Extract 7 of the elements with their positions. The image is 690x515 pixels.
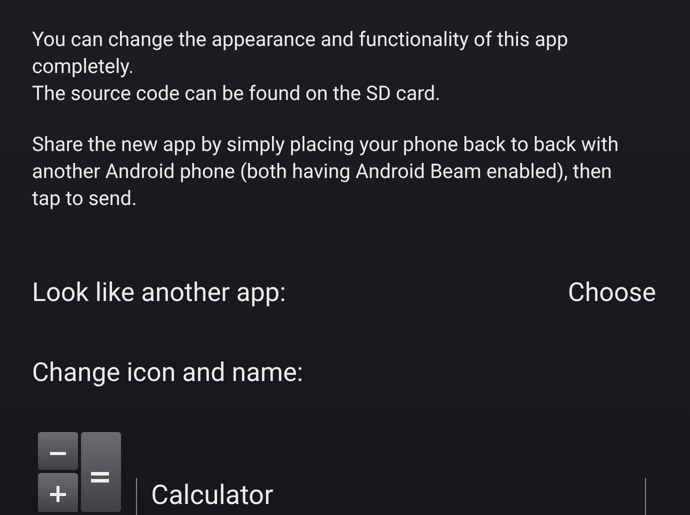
calculator-icon[interactable] <box>38 432 122 512</box>
info-paragraph: Share the new app by simply placing your phone back to back with another Android phone (both having Android Beam enabled), then tap to send. <box>32 131 620 212</box>
look-like-label: Look like another app: <box>32 278 286 308</box>
info-paragraph: You can change the appearance and functionality of this app completely. The source code can be found on the SD card. <box>32 26 570 107</box>
app-name-field[interactable]: Calculator <box>136 478 646 515</box>
change-icon-label: Change icon and name: <box>32 358 304 388</box>
choose-button[interactable]: Choose <box>568 278 658 308</box>
